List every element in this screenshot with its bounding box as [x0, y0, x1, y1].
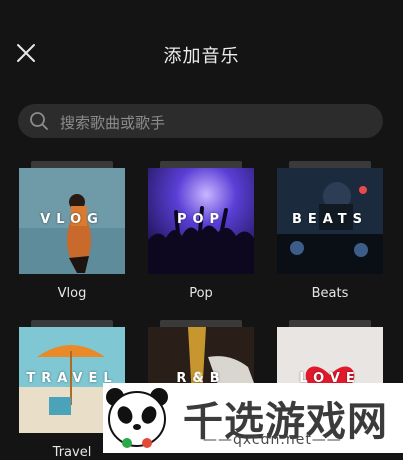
category-label-beats: Beats: [311, 286, 349, 301]
watermark-banner: 千选游戏网 ——qxcdn.net——: [103, 383, 403, 453]
top-bar: 添加音乐: [0, 0, 403, 100]
category-overlay-beats: BEATS: [291, 212, 369, 227]
category-label-vlog: Vlog: [57, 286, 87, 301]
category-label-pop: Pop: [189, 286, 213, 301]
search-placeholder: 搜索歌曲或歌手: [60, 114, 166, 132]
search-icon: [29, 111, 49, 131]
panda-logo: [105, 385, 169, 451]
page-title: 添加音乐: [163, 46, 240, 67]
category-overlay-vlog: VLOG: [40, 212, 104, 227]
watermark-url: ——qxcdn.net——: [203, 432, 342, 448]
search-input[interactable]: 搜索歌曲或歌手: [18, 104, 383, 138]
category-overlay-pop: POP: [176, 212, 226, 227]
